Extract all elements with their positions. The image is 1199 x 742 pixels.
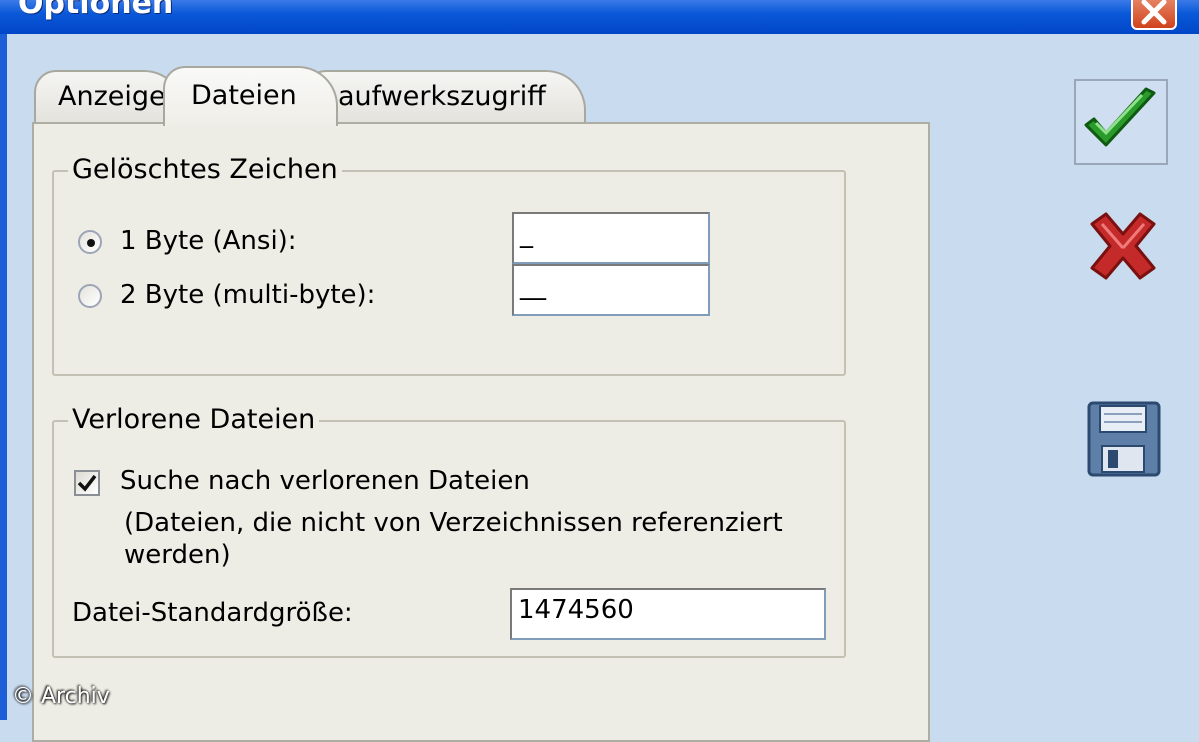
window-title: Optionen — [18, 0, 174, 21]
ok-check-icon — [1084, 87, 1156, 147]
group-lost-files-title: Verlorene Dateien — [68, 402, 320, 438]
tab-anzeige-label: Anzeige — [58, 81, 166, 112]
lost-files-note-line2: werden) — [124, 540, 231, 570]
cancel-button[interactable] — [1084, 210, 1162, 282]
tab-panel-dateien: Gelöschtes Zeichen 1 Byte (Ansi): _ 2 By… — [32, 122, 930, 742]
search-lost-files-label[interactable]: Suche nach verlorenen Dateien — [120, 464, 530, 498]
radio-2byte[interactable] — [78, 284, 102, 308]
save-button[interactable] — [1086, 400, 1162, 478]
char-1byte-input[interactable]: _ — [512, 212, 710, 264]
tab-anzeige[interactable]: Anzeige — [34, 70, 184, 124]
close-button[interactable] — [1131, 0, 1177, 30]
tab-laufwerkszugriff-label: aufwerkszugriff — [338, 81, 546, 112]
char-2byte-input[interactable]: __ — [512, 264, 710, 316]
tab-laufwerkszugriff[interactable]: aufwerkszugriff — [304, 70, 586, 124]
window-frame-left — [0, 34, 7, 720]
radio-1byte-label[interactable]: 1 Byte (Ansi): — [120, 224, 297, 258]
close-icon — [1141, 0, 1167, 25]
radio-selected-dot — [87, 239, 95, 247]
group-deleted-char-title: Gelöschtes Zeichen — [68, 152, 342, 188]
lost-files-note-line1: (Dateien, die nicht von Verzeichnissen r… — [124, 508, 783, 538]
save-disk-icon — [1087, 401, 1161, 477]
search-lost-files-checkbox[interactable] — [74, 470, 100, 496]
radio-1byte[interactable] — [78, 230, 102, 254]
tab-dateien-label: Dateien — [191, 80, 297, 111]
title-bar: Optionen — [0, 0, 1199, 34]
default-size-input[interactable]: 1474560 — [510, 588, 826, 640]
cancel-x-icon — [1090, 212, 1156, 280]
default-size-label: Datei-Standardgröße: — [72, 598, 353, 628]
checkmark-icon — [77, 474, 97, 492]
watermark: © Archiv — [12, 684, 110, 709]
ok-button[interactable] — [1074, 79, 1168, 165]
group-deleted-char: Gelöschtes Zeichen 1 Byte (Ansi): _ 2 By… — [52, 152, 846, 376]
group-lost-files: Verlorene Dateien Suche nach verlorenen … — [52, 402, 846, 658]
radio-2byte-label[interactable]: 2 Byte (multi-byte): — [120, 278, 375, 312]
tab-dateien[interactable]: Dateien — [163, 66, 338, 126]
